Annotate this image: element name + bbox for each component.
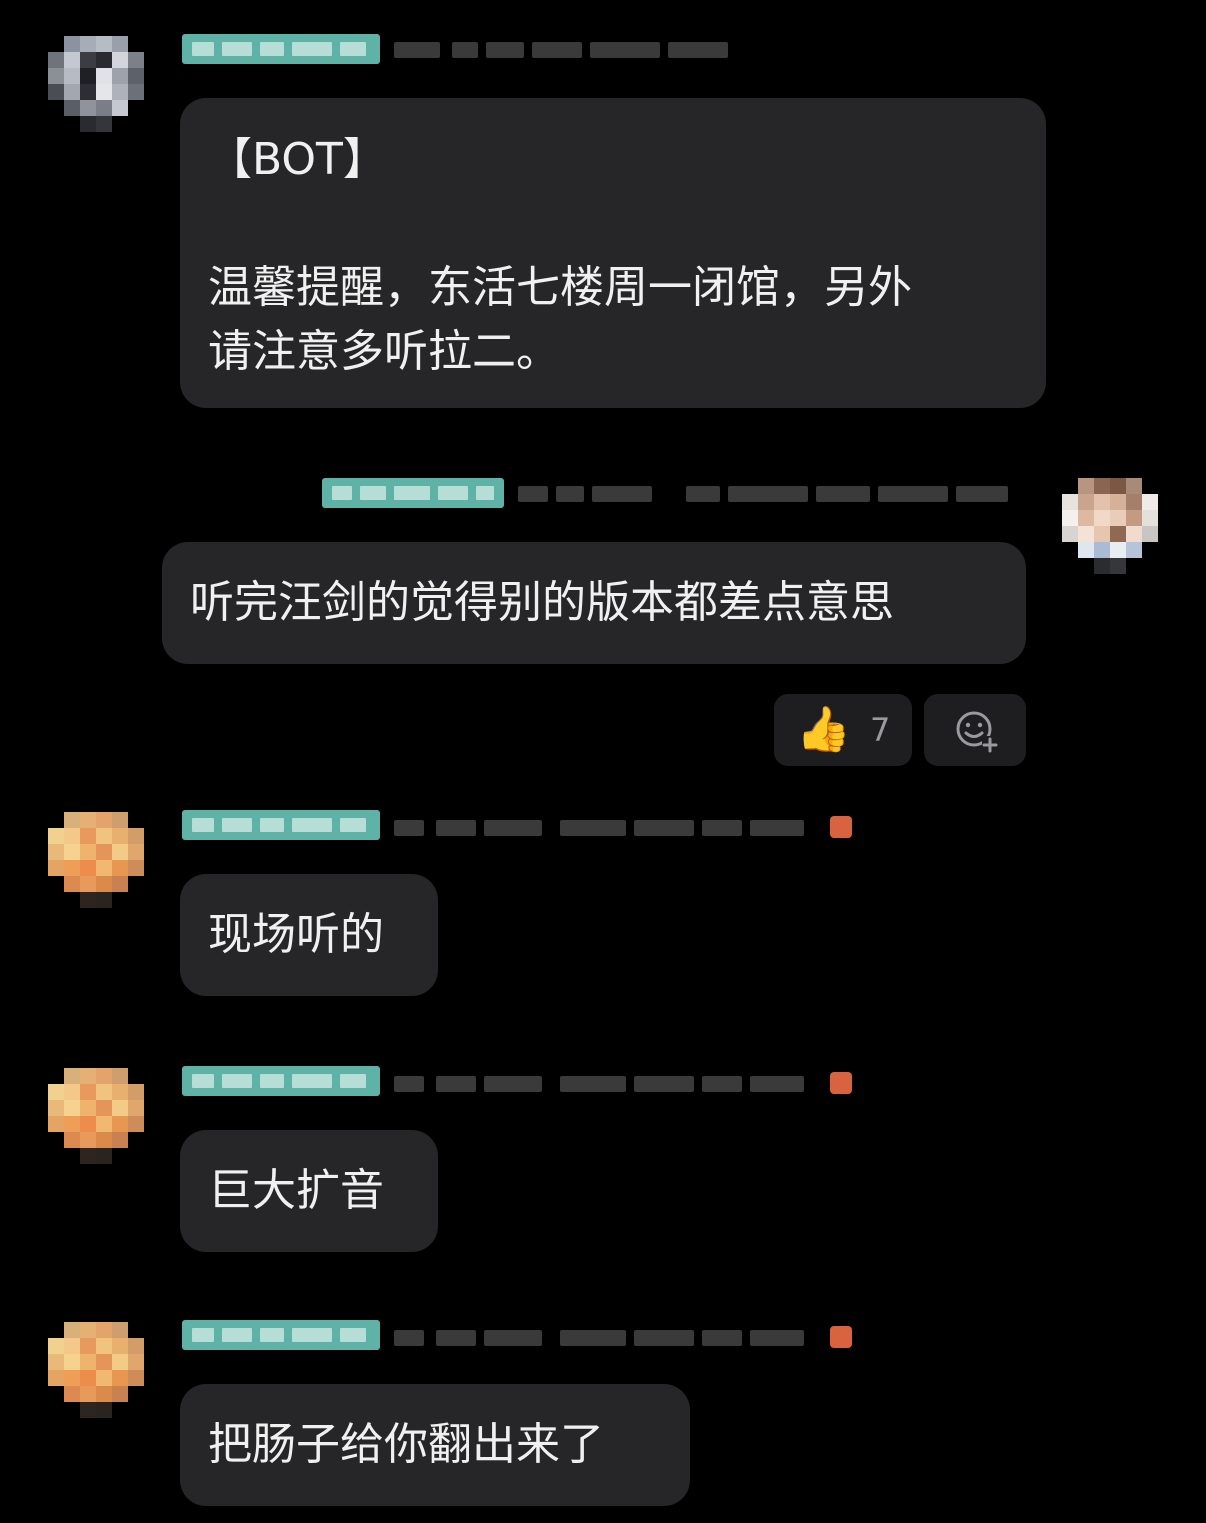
add-emoji-icon (956, 711, 998, 753)
message-meta (394, 816, 806, 838)
message-meta (394, 1326, 806, 1348)
avatar[interactable] (48, 36, 144, 132)
avatar[interactable] (48, 812, 144, 908)
message-bubble[interactable]: 现场听的 (180, 874, 438, 996)
thumbs-up-icon: 👍 (796, 704, 851, 755)
message-bubble[interactable]: 巨大扩音 (180, 1130, 438, 1252)
message-text-line: 把肠子给你翻出来了 (208, 1419, 604, 1470)
sender-name-tag[interactable] (322, 478, 504, 508)
message-text-line: 听完汪剑的觉得别的版本都差点意思 (190, 577, 894, 628)
level-badge-icon (830, 816, 852, 838)
add-reaction-button[interactable] (924, 694, 1026, 766)
message-bubble[interactable]: 听完汪剑的觉得别的版本都差点意思 (162, 542, 1026, 664)
message-text-line (208, 192, 1018, 256)
message-meta (518, 482, 1010, 504)
reaction-count: 7 (870, 711, 891, 749)
avatar[interactable] (48, 1322, 144, 1418)
reaction-thumbs-up[interactable]: 👍 7 (774, 694, 912, 766)
message-text-line: 请注意多听拉二。 (208, 326, 560, 377)
sender-name-tag[interactable] (182, 34, 380, 64)
avatar[interactable] (48, 1068, 144, 1164)
avatar[interactable] (1062, 478, 1158, 574)
level-badge-icon (830, 1326, 852, 1348)
message-bubble[interactable]: 把肠子给你翻出来了 (180, 1384, 690, 1506)
sender-name-tag[interactable] (182, 810, 380, 840)
message-text-line: 温馨提醒，东活七楼周一闭馆，另外 (208, 262, 912, 313)
message-bubble[interactable]: 【BOT】 温馨提醒，东活七楼周一闭馆，另外 请注意多听拉二。 (180, 98, 1046, 408)
message-meta (394, 38, 734, 60)
message-text-line: 巨大扩音 (208, 1165, 384, 1216)
sender-name-tag[interactable] (182, 1066, 380, 1096)
level-badge-icon (830, 1072, 852, 1094)
sender-name-tag[interactable] (182, 1320, 380, 1350)
message-text-line: 【BOT】 (208, 134, 387, 185)
message-text-line: 现场听的 (208, 909, 384, 960)
message-meta (394, 1072, 806, 1094)
